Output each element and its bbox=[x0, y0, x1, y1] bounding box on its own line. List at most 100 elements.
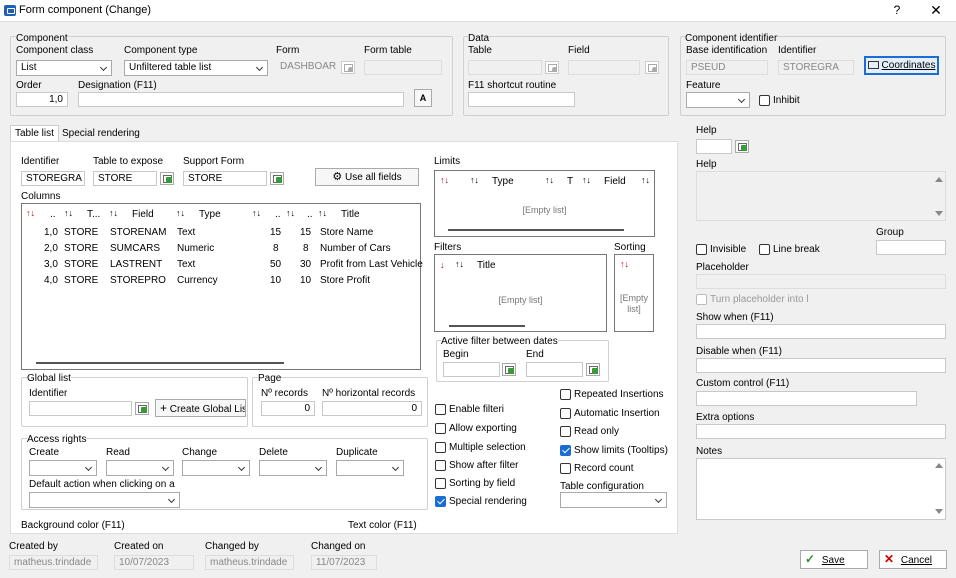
invisible-checkbox[interactable] bbox=[696, 244, 707, 255]
create-global-list-button[interactable]: + Create Global Lis bbox=[155, 399, 246, 417]
filters-sort-icon[interactable]: ↓ bbox=[440, 260, 445, 270]
designation-field[interactable] bbox=[78, 92, 404, 107]
default-action-select[interactable] bbox=[29, 492, 180, 508]
sort-icon[interactable]: ↑↓ bbox=[455, 259, 464, 269]
sort-icon[interactable]: ↑↓ bbox=[109, 208, 118, 218]
columns-header-order[interactable]: .. bbox=[50, 209, 56, 220]
inhibit-checkbox[interactable] bbox=[759, 95, 770, 106]
sort-icon[interactable]: ↑↓ bbox=[470, 175, 479, 185]
line-break-checkbox[interactable] bbox=[759, 244, 770, 255]
columns-scrollbar[interactable] bbox=[36, 362, 284, 364]
tl-identifier-field[interactable]: STOREGRA bbox=[21, 171, 85, 186]
help-field[interactable] bbox=[696, 139, 732, 154]
table-expose-field[interactable]: STORE bbox=[93, 171, 157, 186]
sort-icon[interactable]: ↑↓ bbox=[545, 175, 554, 185]
enable-filter-checkbox[interactable] bbox=[435, 404, 446, 415]
f11-shortcut-field[interactable] bbox=[468, 92, 575, 107]
use-all-fields-button[interactable]: ⚙ Use all fields bbox=[315, 168, 419, 186]
save-button[interactable]: ✓ Save bbox=[800, 550, 868, 569]
show-when-field[interactable] bbox=[696, 324, 946, 339]
notes-scroll-down-icon[interactable] bbox=[935, 509, 943, 514]
limits-list[interactable]: ↑↓ ↑↓ Type ↑↓ T ↑↓ Field ↑↓ [Empty list] bbox=[434, 170, 655, 237]
font-format-icon[interactable]: A bbox=[414, 89, 432, 107]
notes-scroll-up-icon[interactable] bbox=[935, 463, 943, 468]
n-records-field[interactable]: 0 bbox=[261, 401, 315, 416]
tab-special-rendering[interactable]: Special rendering bbox=[58, 126, 144, 142]
end-date-field[interactable] bbox=[526, 362, 583, 377]
repeated-insertions-checkbox[interactable] bbox=[560, 389, 571, 400]
coordinates-button[interactable]: Coordinates bbox=[864, 56, 939, 75]
data-field-search-icon[interactable] bbox=[645, 61, 659, 74]
limits-header-field[interactable]: Field bbox=[604, 176, 626, 187]
table-expose-search-icon[interactable] bbox=[160, 172, 174, 185]
sorting-sort-icon[interactable]: ↑↓ bbox=[620, 259, 629, 269]
notes-area[interactable] bbox=[696, 458, 946, 520]
form-search-icon[interactable] bbox=[341, 61, 355, 74]
columns-header-field[interactable]: Field bbox=[132, 209, 154, 220]
end-date-picker-icon[interactable] bbox=[586, 363, 600, 376]
filters-scrollbar[interactable] bbox=[449, 325, 525, 327]
duplicate-access-select[interactable] bbox=[336, 460, 404, 476]
sort-icon[interactable]: ↑↓ bbox=[176, 208, 185, 218]
special-rendering-checkbox[interactable] bbox=[435, 496, 446, 507]
sort-icon[interactable]: ↑↓ bbox=[582, 175, 591, 185]
disable-when-field[interactable] bbox=[696, 358, 946, 373]
cancel-button[interactable]: ✕ Cancel bbox=[879, 550, 947, 569]
filters-list[interactable]: ↓ ↑↓ Title [Empty list] bbox=[434, 254, 607, 332]
read-access-select[interactable] bbox=[106, 460, 174, 476]
filters-header-title[interactable]: Title bbox=[477, 260, 496, 271]
help-scroll-up-icon[interactable] bbox=[935, 177, 943, 182]
columns-header-size[interactable]: .. bbox=[275, 209, 281, 220]
columns-header-type[interactable]: Type bbox=[199, 209, 221, 220]
create-access-select[interactable] bbox=[29, 460, 97, 476]
n-horizontal-field[interactable]: 0 bbox=[322, 401, 422, 416]
table-row[interactable]: 4,0 STORE STOREPRO Currency 10 10 Store … bbox=[22, 274, 420, 289]
sorting-list[interactable]: ↑↓ [Empty list] bbox=[614, 254, 654, 332]
read-only-checkbox[interactable] bbox=[560, 426, 571, 437]
table-config-select[interactable] bbox=[560, 492, 667, 508]
change-access-select[interactable] bbox=[182, 460, 250, 476]
limits-header-type[interactable]: Type bbox=[492, 176, 514, 187]
table-row[interactable]: 1,0 STORE STORENAM Text 15 15 Store Name bbox=[22, 226, 420, 241]
sort-icon[interactable]: ↑↓ bbox=[64, 208, 73, 218]
begin-date-field[interactable] bbox=[443, 362, 500, 377]
show-after-filter-checkbox[interactable] bbox=[435, 460, 446, 471]
data-table-search-icon[interactable] bbox=[545, 61, 559, 74]
help-button[interactable]: ? bbox=[887, 3, 907, 17]
columns-header-title[interactable]: Title bbox=[341, 209, 360, 220]
order-field[interactable]: 1,0 bbox=[16, 92, 68, 107]
columns-header-table[interactable]: T... bbox=[87, 209, 100, 220]
record-count-checkbox[interactable] bbox=[560, 463, 571, 474]
tab-table-list[interactable]: Table list bbox=[10, 125, 59, 141]
sort-icon[interactable]: ↑↓ bbox=[318, 208, 327, 218]
custom-control-field[interactable] bbox=[696, 391, 917, 406]
sorting-by-field-checkbox[interactable] bbox=[435, 478, 446, 489]
component-type-select[interactable]: Unfiltered table list bbox=[124, 60, 268, 76]
columns-header-width[interactable]: .. bbox=[307, 209, 313, 220]
automatic-insertion-checkbox[interactable] bbox=[560, 408, 571, 419]
component-class-select[interactable]: List bbox=[16, 60, 112, 76]
placeholder-toggle-checkbox[interactable] bbox=[696, 294, 707, 305]
extra-options-field[interactable] bbox=[696, 424, 946, 439]
limits-scrollbar[interactable] bbox=[448, 229, 624, 231]
support-form-field[interactable]: STORE bbox=[183, 171, 267, 186]
help-scroll-down-icon[interactable] bbox=[935, 211, 943, 216]
delete-access-select[interactable] bbox=[259, 460, 327, 476]
sort-icon[interactable]: ↑↓ bbox=[641, 175, 650, 185]
group-field[interactable] bbox=[876, 240, 946, 255]
sort-icon[interactable]: ↑↓ bbox=[286, 208, 295, 218]
show-limits-checkbox[interactable] bbox=[560, 445, 571, 456]
columns-sort-icon[interactable]: ↑↓ bbox=[26, 208, 35, 218]
table-row[interactable]: 2,0 STORE SUMCARS Numeric 8 8 Number of … bbox=[22, 242, 420, 257]
help-search-icon[interactable] bbox=[735, 140, 749, 153]
support-form-search-icon[interactable] bbox=[270, 172, 284, 185]
table-row[interactable]: 3,0 STORE LASTRENT Text 50 30 Profit fro… bbox=[22, 258, 423, 273]
close-button[interactable]: ✕ bbox=[926, 2, 946, 19]
columns-list[interactable]: ↑↓ .. ↑↓ T... ↑↓ Field ↑↓ Type ↑↓ .. ↑↓ … bbox=[21, 203, 423, 370]
begin-date-picker-icon[interactable] bbox=[502, 363, 516, 376]
sort-icon[interactable]: ↑↓ bbox=[252, 208, 261, 218]
allow-exporting-checkbox[interactable] bbox=[435, 423, 446, 434]
limits-header-t[interactable]: T bbox=[567, 176, 573, 187]
limits-sort-icon[interactable]: ↑↓ bbox=[440, 175, 449, 185]
multiple-selection-checkbox[interactable] bbox=[435, 442, 446, 453]
